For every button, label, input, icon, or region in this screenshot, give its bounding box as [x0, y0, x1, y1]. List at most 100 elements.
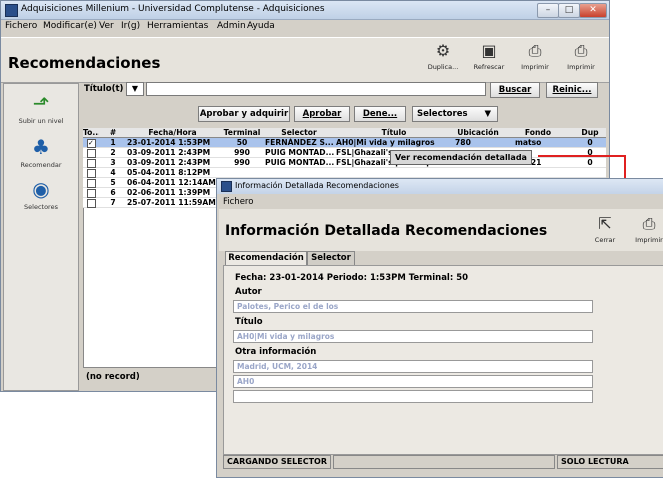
- menu-fichero[interactable]: Fichero: [5, 21, 37, 31]
- up-level-button[interactable]: ⬏ Subir un nivel: [4, 92, 78, 125]
- selectors-dropdown[interactable]: Selectores ▼: [412, 106, 498, 122]
- col-dup[interactable]: Dup: [575, 128, 605, 137]
- page-title: Recomendaciones: [8, 54, 161, 72]
- otra-info-field-1[interactable]: Madrid, UCM, 2014: [233, 360, 593, 373]
- cell-fondo: matso: [515, 138, 542, 147]
- col-number[interactable]: #: [101, 128, 125, 137]
- cell-fecha: 23-01-2014 1:53PM: [127, 138, 211, 147]
- print-label-1: Imprimir: [521, 63, 549, 71]
- detail-print-label: Imprimir: [635, 236, 663, 244]
- cell-terminal: 990: [234, 158, 250, 167]
- menu-herramientas[interactable]: Herramientas: [147, 21, 208, 31]
- printer-icon: ⎙: [574, 41, 588, 60]
- printer-icon: ⎙: [642, 214, 656, 233]
- close-window-button[interactable]: ✕: [579, 3, 607, 18]
- menu-modificar[interactable]: Modificar(e): [43, 21, 97, 31]
- search-input[interactable]: [146, 82, 486, 96]
- duplicate-icon: ⚙: [435, 41, 451, 60]
- row-checkbox[interactable]: [87, 169, 96, 178]
- approve-button[interactable]: Aprobar: [294, 106, 350, 122]
- tab-selector[interactable]: Selector: [307, 251, 355, 265]
- search-field-dropdown[interactable]: ▼: [126, 82, 144, 96]
- reset-button[interactable]: Reinic...: [546, 82, 598, 98]
- print-button-2[interactable]: ⎙ Imprimir: [559, 41, 603, 72]
- search-button-label: Buscar: [498, 85, 532, 95]
- cell-number: 1: [110, 138, 116, 147]
- recommend-label: Recomendar: [20, 161, 62, 169]
- tab-recomendacion[interactable]: Recomendación: [225, 251, 307, 265]
- autor-label: Autor: [235, 287, 262, 297]
- recommend-button[interactable]: ♣ Recomendar: [4, 136, 78, 169]
- titulo-label: Título: [235, 317, 263, 327]
- col-titulo[interactable]: Título: [335, 128, 453, 137]
- otra-info-label: Otra información: [235, 347, 317, 357]
- minimize-button[interactable]: –: [537, 3, 559, 18]
- col-to[interactable]: To...: [83, 128, 99, 137]
- menu-ir[interactable]: Ir(g): [121, 21, 140, 31]
- row-checkbox[interactable]: [87, 199, 96, 208]
- info-line: Fecha: 23-01-2014 Periodo: 1:53PM Termin…: [235, 273, 469, 283]
- detail-window: Información Detallada Recomendaciones Fi…: [216, 178, 663, 478]
- selectors-dropdown-label: Selectores: [417, 109, 468, 119]
- cell-fecha: 03-09-2011 2:43PM: [127, 148, 211, 157]
- detail-window-title: Información Detallada Recomendaciones: [235, 181, 399, 190]
- selectors-nav-button[interactable]: ◉ Selectores: [4, 178, 78, 211]
- menu-bar: Fichero Modificar(e) Ver Ir(g) Herramien…: [1, 19, 609, 35]
- menu-admin[interactable]: Admin: [217, 21, 246, 31]
- row-checkbox[interactable]: [87, 189, 96, 198]
- cell-number: 7: [110, 198, 116, 207]
- close-doc-icon: ⇱: [598, 214, 612, 233]
- col-fecha[interactable]: Fecha/Hora: [125, 128, 220, 137]
- cell-number: 6: [110, 188, 116, 197]
- row-checkbox[interactable]: ✓: [87, 139, 96, 148]
- duplicate-button[interactable]: ⚙ Duplica...: [421, 41, 465, 72]
- detail-print-button[interactable]: ⎙ Imprimir: [627, 214, 663, 245]
- col-terminal[interactable]: Terminal: [221, 128, 263, 137]
- cell-fecha: 06-04-2011 12:14AM: [127, 178, 216, 187]
- refresh-label: Refrescar: [473, 63, 505, 71]
- print-button-1[interactable]: ⎙ Imprimir: [513, 42, 557, 72]
- monitor-icon: ▣: [481, 41, 497, 60]
- cell-ubicacion: 780: [455, 138, 471, 147]
- search-field-label: Título(t): [84, 84, 124, 94]
- detail-menu-fichero[interactable]: Fichero: [223, 197, 253, 207]
- cell-fecha: 25-07-2011 11:59AM: [127, 198, 216, 207]
- window-title: Adquisiciones Millenium - Universidad Co…: [21, 4, 325, 14]
- table-row[interactable]: ✓ 1 23-01-2014 1:53PM 50 FERNÁNDEZ S... AH0|M…: [83, 138, 606, 148]
- cell-number: 4: [110, 168, 116, 177]
- titulo-field[interactable]: AH0|Mi vida y milagros: [233, 330, 593, 343]
- col-fondo[interactable]: Fondo: [503, 128, 573, 137]
- row-checkbox[interactable]: [87, 149, 96, 158]
- selectors-nav-label: Selectores: [24, 203, 58, 211]
- duplicate-label: Duplica...: [427, 63, 459, 71]
- approve-acquire-button[interactable]: Aprobar y adquirir: [198, 106, 290, 122]
- row-checkbox[interactable]: [87, 179, 96, 188]
- deny-button[interactable]: Dene...: [354, 106, 406, 122]
- search-button[interactable]: Buscar: [490, 82, 540, 98]
- recommend-icon: ♣: [32, 135, 50, 159]
- table-row[interactable]: 4 05-04-2011 8:12PM: [83, 168, 606, 178]
- status-middle: [333, 455, 555, 469]
- toolbar: Recomendaciones ⚙ Duplica... ▣ Refrescar…: [1, 37, 609, 83]
- cell-selector: FERNÁNDEZ S...: [265, 138, 334, 147]
- approve-button-label: Aprobar: [302, 109, 342, 119]
- col-ubicacion[interactable]: Ubicación: [453, 128, 503, 137]
- context-menu-item-view-detail[interactable]: Ver recomendación detallada: [390, 150, 532, 165]
- refresh-button[interactable]: ▣ Refrescar: [467, 41, 511, 72]
- chevron-down-icon: ▼: [484, 109, 491, 119]
- app-icon: [5, 4, 18, 17]
- maximize-button[interactable]: □: [558, 3, 580, 18]
- cell-number: 5: [110, 178, 116, 187]
- otra-info-field-3[interactable]: [233, 390, 593, 403]
- autor-field[interactable]: Palotes, Perico el de los: [233, 300, 593, 313]
- deny-button-label: Dene...: [362, 109, 398, 119]
- row-checkbox[interactable]: [87, 159, 96, 168]
- selectors-icon: ◉: [32, 177, 50, 201]
- col-selector[interactable]: Selector: [263, 128, 335, 137]
- otra-info-field-2[interactable]: AH0: [233, 375, 593, 388]
- menu-ayuda[interactable]: Ayuda: [247, 21, 275, 31]
- menu-ver[interactable]: Ver: [99, 21, 114, 31]
- cell-dup: 0: [587, 138, 593, 147]
- annotation-line: [538, 155, 626, 157]
- detail-close-button[interactable]: ⇱ Cerrar: [583, 214, 627, 245]
